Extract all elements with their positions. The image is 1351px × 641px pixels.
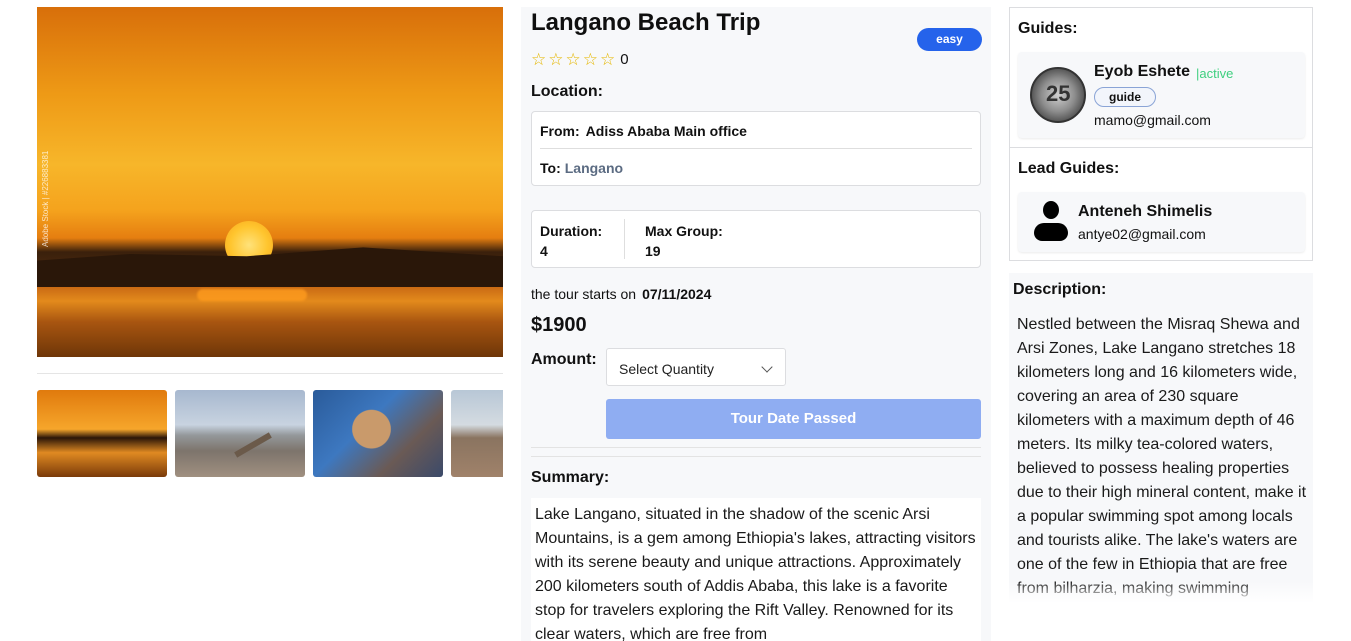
duration-cell: Duration: 4 xyxy=(540,221,602,261)
section-divider xyxy=(531,447,981,448)
amount-label: Amount: xyxy=(531,351,597,368)
lead-guide-email: antye02@gmail.com xyxy=(1078,226,1206,242)
from-row: From: Adiss Ababa Main office xyxy=(540,123,747,139)
gallery-divider xyxy=(37,373,503,374)
from-value: Adiss Ababa Main office xyxy=(585,123,747,139)
guides-panel: Guides: 25 Eyob Eshete |active guide mam… xyxy=(1009,7,1313,261)
starts-text: the tour starts on xyxy=(531,286,637,302)
star-outline-icon[interactable]: ☆ xyxy=(531,51,546,68)
main-tour-image: Adobe Stock | #226883381 xyxy=(37,7,503,357)
star-outline-icon[interactable]: ☆ xyxy=(548,51,563,68)
lead-guides-label: Lead Guides: xyxy=(1018,160,1120,177)
thumbnail-3[interactable] xyxy=(313,390,443,477)
thumbnail-4[interactable] xyxy=(451,390,503,477)
description-fade xyxy=(1009,581,1313,603)
guides-divider xyxy=(1010,147,1312,148)
star-outline-icon[interactable]: ☆ xyxy=(583,51,598,68)
star-outline-icon[interactable]: ☆ xyxy=(566,51,581,68)
quantity-select[interactable]: Select Quantity xyxy=(606,348,786,386)
to-value: Langano xyxy=(564,160,624,176)
section-divider xyxy=(531,456,981,457)
duration-value: 4 xyxy=(540,243,548,259)
description-panel: Description: Nestled between the Misraq … xyxy=(1009,273,1313,603)
sun-reflection xyxy=(197,289,307,301)
location-label: Location: xyxy=(531,83,603,100)
location-box: From: Adiss Ababa Main office To: Langano xyxy=(531,111,981,186)
info-divider xyxy=(624,219,625,259)
tour-info-box: Duration: 4 Max Group: 19 xyxy=(531,210,981,268)
max-group-cell: Max Group: 19 xyxy=(645,221,723,261)
guide-card[interactable]: 25 Eyob Eshete |active guide mamo@gmail.… xyxy=(1018,52,1305,138)
description-text: Nestled between the Misraq Shewa and Ars… xyxy=(1017,316,1307,597)
start-date: 07/11/2024 xyxy=(642,286,712,302)
description-label: Description: xyxy=(1013,281,1107,298)
guide-email: mamo@gmail.com xyxy=(1094,112,1211,128)
to-row: To: Langano xyxy=(540,160,623,176)
image-watermark: Adobe Stock | #226883381 xyxy=(41,150,50,247)
lead-guide-name: Anteneh Shimelis xyxy=(1078,203,1213,220)
tour-details-panel: Langano Beach Trip easy ☆ ☆ ☆ ☆ ☆ 0 Loca… xyxy=(521,7,991,641)
guides-label: Guides: xyxy=(1018,20,1078,37)
duration-label: Duration: xyxy=(540,223,603,239)
rating-value: 0 xyxy=(620,51,629,68)
from-label: From: xyxy=(540,123,580,139)
summary-text: Lake Langano, situated in the shadow of … xyxy=(531,498,981,641)
max-group-label: Max Group: xyxy=(645,223,723,239)
thumbnail-1[interactable] xyxy=(37,390,167,477)
tour-price: $1900 xyxy=(531,314,587,336)
tour-title: Langano Beach Trip xyxy=(531,9,761,36)
guide-name: Eyob Eshete xyxy=(1094,63,1191,80)
difficulty-badge: easy xyxy=(917,28,982,51)
chevron-down-icon xyxy=(761,361,773,373)
lead-guide-card[interactable]: Anteneh Shimelis antye02@gmail.com xyxy=(1018,192,1305,252)
quantity-select-value: Select Quantity xyxy=(619,361,714,377)
thumbnail-strip xyxy=(37,390,503,477)
max-group-value: 19 xyxy=(645,243,661,259)
user-icon xyxy=(1034,201,1068,243)
start-date-line: the tour starts on 07/11/2024 xyxy=(531,286,711,302)
location-divider xyxy=(540,148,972,149)
guide-avatar: 25 xyxy=(1030,67,1086,123)
star-outline-icon[interactable]: ☆ xyxy=(600,51,615,68)
tour-date-passed-button[interactable]: Tour Date Passed xyxy=(606,399,981,439)
guide-status: |active xyxy=(1196,66,1234,81)
rating-stars: ☆ ☆ ☆ ☆ ☆ 0 xyxy=(531,51,629,68)
summary-label: Summary: xyxy=(531,469,610,486)
thumbnail-2[interactable] xyxy=(175,390,305,477)
to-label: To: xyxy=(540,160,561,176)
guide-role-badge: guide xyxy=(1094,87,1156,107)
